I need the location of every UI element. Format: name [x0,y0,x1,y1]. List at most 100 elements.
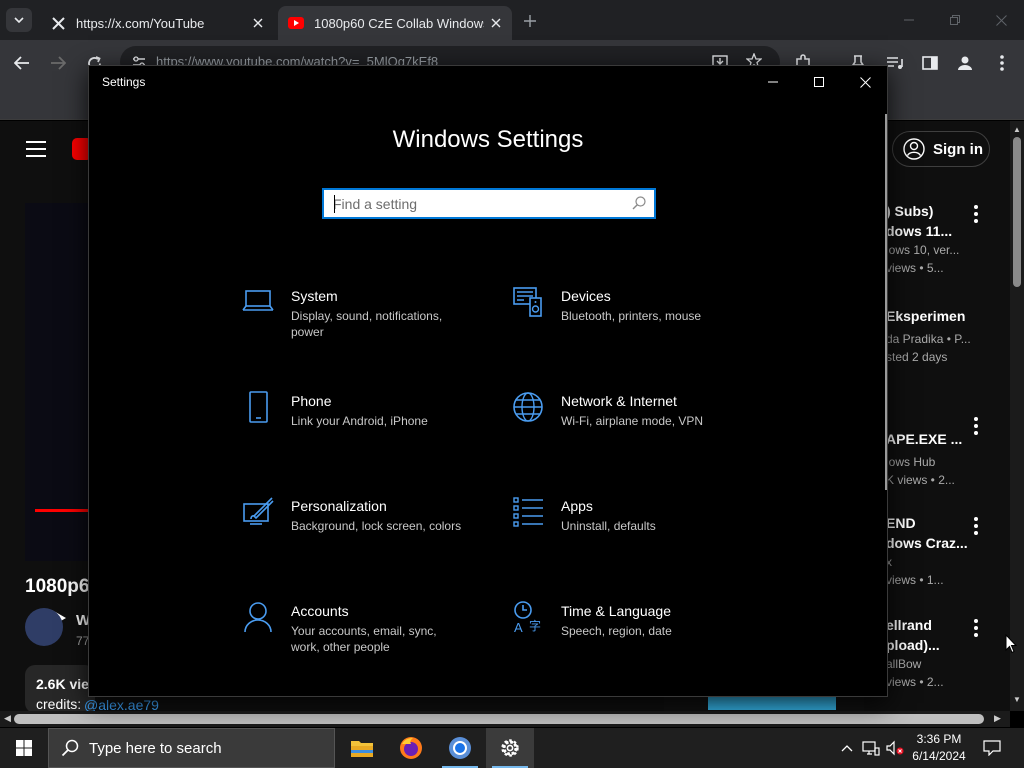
rec-meta: sted 2 days [886,350,948,364]
settings-item-label: Devices [561,288,611,304]
chevron-up-icon [841,744,853,751]
taskbar-clock[interactable]: 3:36 PM 6/14/2024 [904,731,974,765]
settings-item-time-language[interactable]: A字 Time & Language Speech, region, date [512,601,772,671]
taskbar-app-file-explorer[interactable] [338,728,386,768]
side-panel-button[interactable] [917,50,943,76]
browser-menu-button[interactable] [989,50,1015,76]
browser-tab-youtube[interactable]: 1080p60 CzE Collab Windows [278,6,512,40]
browser-minimize-button[interactable] [894,8,924,32]
close-tab-icon[interactable] [250,15,266,31]
taskbar-app-firefox[interactable] [387,728,435,768]
account-circle-icon [903,138,925,160]
volume-tray-button[interactable] [884,728,906,768]
kebab-menu-icon[interactable] [974,417,978,438]
hamburger-menu-icon[interactable] [26,141,46,157]
rec-title: APE.EXE ... [886,431,963,447]
recommendation-item[interactable]: Eksperimen da Pradika • P... sted 2 days [886,306,986,366]
settings-item-description: Wi-Fi, airplane mode, VPN [561,414,704,428]
forward-button[interactable] [45,50,71,76]
rec-channel: da Pradika • P... [886,332,971,346]
find-setting-input[interactable] [324,190,614,217]
recommendation-item[interactable]: END dows Craz... x views • 1... [886,513,986,589]
settings-item-label: Accounts [291,603,349,619]
rec-meta: views • 1... [886,573,944,587]
settings-item-phone[interactable]: Phone Link your Android, iPhone [242,391,502,461]
rec-channel: lows Hub [886,455,936,469]
settings-item-description: Speech, region, date [561,624,672,638]
channel-avatar[interactable] [25,608,63,646]
browser-restore-button[interactable] [940,8,970,32]
recommendation-item[interactable]: APE.EXE ... lows Hub K views • 2... [886,409,986,489]
page-vertical-scrollbar[interactable]: ▲ ▼ [1010,121,1024,711]
taskbar-app-chrome[interactable] [436,728,484,768]
scroll-right-arrow-icon[interactable]: ▶ [994,713,1001,724]
rec-title: dows 11... [886,223,953,239]
svg-text:A: A [514,620,523,633]
taskbar-search-box[interactable]: Type here to search [48,728,335,768]
settings-item-label: System [291,288,338,304]
page-horizontal-scrollbar[interactable]: ◀ ▶ [0,711,1010,727]
browser-tab-x[interactable]: https://x.com/YouTube [40,6,274,40]
browser-close-button[interactable] [986,8,1016,32]
network-tray-button[interactable] [860,728,882,768]
windows-logo-icon [16,740,32,756]
search-icon [61,739,79,757]
kebab-menu-icon [1000,55,1004,71]
taskbar-app-settings[interactable] [486,728,534,768]
recommendation-item[interactable]: ) Subs) dows 11... lows 10, ver... views… [886,201,986,277]
settings-close-button[interactable] [842,66,888,98]
settings-item-apps[interactable]: Apps Uninstall, defaults [512,496,772,566]
settings-item-network[interactable]: Network & Internet Wi-Fi, airplane mode,… [512,391,772,461]
rec-title: Eksperimen [886,308,966,324]
rec-title: dows Craz... [886,535,968,551]
maximize-icon [814,77,824,87]
video-player[interactable] [25,203,95,626]
laptop-icon [242,290,274,311]
youtube-favicon-icon [288,15,304,31]
settings-minimize-button[interactable] [750,66,796,98]
settings-item-label: Time & Language [561,603,671,619]
view-count: 2.6K vie [36,676,89,692]
clock-time: 3:36 PM [916,732,962,746]
settings-item-personalization[interactable]: Personalization Background, lock screen,… [242,496,502,566]
chrome-icon [449,737,471,759]
new-tab-button[interactable] [518,10,542,32]
kebab-menu-icon[interactable] [974,205,978,226]
scroll-down-arrow-icon[interactable]: ▼ [1013,695,1021,704]
rec-title: END [886,515,916,531]
scrollbar-thumb[interactable] [1013,137,1021,287]
video-progress-bar[interactable] [35,509,95,512]
settings-maximize-button[interactable] [796,66,842,98]
settings-item-label: Phone [291,393,332,409]
kebab-menu-icon[interactable] [974,619,978,640]
action-center-button[interactable] [978,728,1006,768]
video-title: 1080p6 [25,576,89,597]
show-hidden-icons-button[interactable] [838,728,856,768]
settings-item-devices[interactable]: Devices Bluetooth, printers, mouse [512,286,772,356]
settings-scrollbar[interactable] [885,114,887,490]
start-button[interactable] [0,728,48,768]
credits-link[interactable]: @alex.ae79 [84,697,159,711]
phone-icon [249,391,268,423]
profile-button[interactable] [952,50,978,76]
settings-item-accounts[interactable]: Accounts Your accounts, email, sync, wor… [242,601,502,671]
tab-search-button[interactable] [6,8,32,32]
kebab-menu-icon[interactable] [974,517,978,538]
settings-search-box[interactable] [322,188,656,219]
back-button[interactable] [9,50,35,76]
settings-gear-icon [501,739,519,757]
settings-item-description: Display, sound, notifications, power [291,309,443,339]
rec-title: ) Subs) [886,203,934,219]
sign-in-button[interactable]: Sign in [892,131,990,167]
close-tab-icon[interactable] [488,15,504,31]
file-explorer-icon [351,741,373,757]
settings-item-system[interactable]: System Display, sound, notifications, po… [242,286,502,356]
scroll-left-arrow-icon[interactable]: ◀ [4,713,11,724]
scrollbar-thumb[interactable] [14,714,984,724]
sign-in-label: Sign in [933,140,983,158]
settings-titlebar[interactable]: Settings [89,66,887,98]
scroll-up-arrow-icon[interactable]: ▲ [1013,125,1021,134]
recommendation-item[interactable]: ellrand pload)... allBow views • 2... [886,615,986,691]
rec-channel: x [886,555,892,569]
credits-label: credits: [36,696,82,711]
